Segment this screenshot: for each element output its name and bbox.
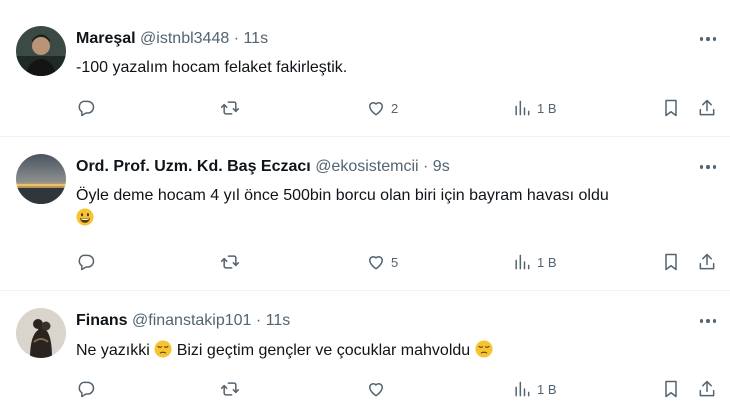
views-icon <box>515 381 530 397</box>
views-icon <box>515 100 530 116</box>
tweet-text-part1: Ne yazıkki <box>76 342 150 359</box>
bookmark-button[interactable] <box>661 376 681 402</box>
share-button[interactable] <box>697 249 717 275</box>
heart-icon <box>369 383 383 397</box>
tweet-text: Öyle deme hocam 4 yıl önce 500bin borcu … <box>76 184 710 230</box>
tweet-2[interactable]: Ord. Prof. Uzm. Kd. Baş Eczacı @ekosiste… <box>0 137 730 289</box>
retweet-icon <box>220 255 240 269</box>
view-count: 1 B <box>537 381 557 397</box>
reply-button[interactable] <box>76 376 96 402</box>
user-handle[interactable]: @ekosistemcii <box>315 158 418 175</box>
like-button[interactable] <box>366 376 391 402</box>
reply-button[interactable] <box>76 95 96 121</box>
user-handle[interactable]: @istnbl3448 <box>140 30 229 47</box>
separator-dot: · <box>255 312 262 329</box>
retweet-button[interactable] <box>220 249 240 275</box>
views-icon <box>515 254 530 270</box>
avatar[interactable] <box>16 26 66 76</box>
share-icon <box>699 253 715 270</box>
separator-dot: · <box>423 158 429 175</box>
retweet-icon <box>220 101 240 115</box>
bookmark-icon <box>665 380 677 398</box>
bookmark-button[interactable] <box>661 95 681 121</box>
bookmark-icon <box>665 99 677 117</box>
timestamp[interactable]: 9s <box>433 158 450 175</box>
share-icon <box>699 380 715 397</box>
reply-icon <box>78 381 95 398</box>
tweet-actions: 1 B <box>70 376 730 402</box>
tweet-actions: 2 1 B <box>70 95 730 121</box>
tweet-text-content: Öyle deme hocam 4 yıl önce 500bin borcu … <box>76 187 609 204</box>
retweet-button[interactable] <box>220 95 240 121</box>
tweet-text: -100 yazalım hocam felaket fakirleştik. <box>76 56 710 79</box>
like-count: 5 <box>391 254 399 270</box>
views-button[interactable]: 1 B <box>512 95 557 121</box>
avatar[interactable] <box>16 154 66 204</box>
pensive-face-emoji-icon <box>475 340 493 358</box>
timestamp[interactable]: 11s <box>243 30 268 47</box>
heart-icon <box>369 256 383 270</box>
tweet-1[interactable]: Mareşal @istnbl3448 · 11s -100 yazalım h… <box>0 0 730 135</box>
retweet-icon <box>220 382 240 396</box>
reply-icon <box>78 100 95 117</box>
display-name[interactable]: Finans <box>76 312 128 329</box>
separator-dot: · <box>233 30 240 47</box>
more-options-icon[interactable] <box>696 311 720 331</box>
share-button[interactable] <box>697 376 717 402</box>
user-handle[interactable]: @finanstakip101 <box>132 312 251 329</box>
bookmark-button[interactable] <box>661 249 681 275</box>
views-button[interactable]: 1 B <box>512 376 557 402</box>
reply-button[interactable] <box>76 249 96 275</box>
reply-icon <box>78 254 95 271</box>
more-options-icon[interactable] <box>696 157 720 177</box>
grinning-face-emoji-icon <box>76 208 94 226</box>
tweet-actions: 5 1 B <box>70 249 730 275</box>
retweet-button[interactable] <box>220 376 240 402</box>
like-button[interactable]: 5 <box>366 249 398 275</box>
pensive-face-emoji-icon <box>154 340 172 358</box>
display-name[interactable]: Mareşal <box>76 30 136 47</box>
view-count: 1 B <box>537 254 557 270</box>
like-count: 2 <box>391 100 399 116</box>
tweet-text-content: -100 yazalım hocam felaket fakirleştik. <box>76 59 348 76</box>
avatar[interactable] <box>16 308 66 358</box>
like-button[interactable]: 2 <box>366 95 398 121</box>
heart-icon <box>369 102 383 116</box>
views-button[interactable]: 1 B <box>512 249 557 275</box>
timestamp[interactable]: 11s <box>266 312 291 329</box>
display-name[interactable]: Ord. Prof. Uzm. Kd. Baş Eczacı <box>76 158 311 175</box>
bookmark-icon <box>665 253 677 271</box>
share-button[interactable] <box>697 95 717 121</box>
tweet-text-part2: Bizi geçtim gençler ve çocuklar mahvoldu <box>176 342 471 359</box>
tweet-3[interactable]: Finans @finanstakip101 · 11s Ne yazıkki … <box>0 291 730 420</box>
view-count: 1 B <box>537 100 557 116</box>
tweet-text: Ne yazıkki Bizi geçtim gençler ve çocukl… <box>76 339 710 362</box>
more-options-icon[interactable] <box>696 29 720 49</box>
share-icon <box>699 99 715 116</box>
